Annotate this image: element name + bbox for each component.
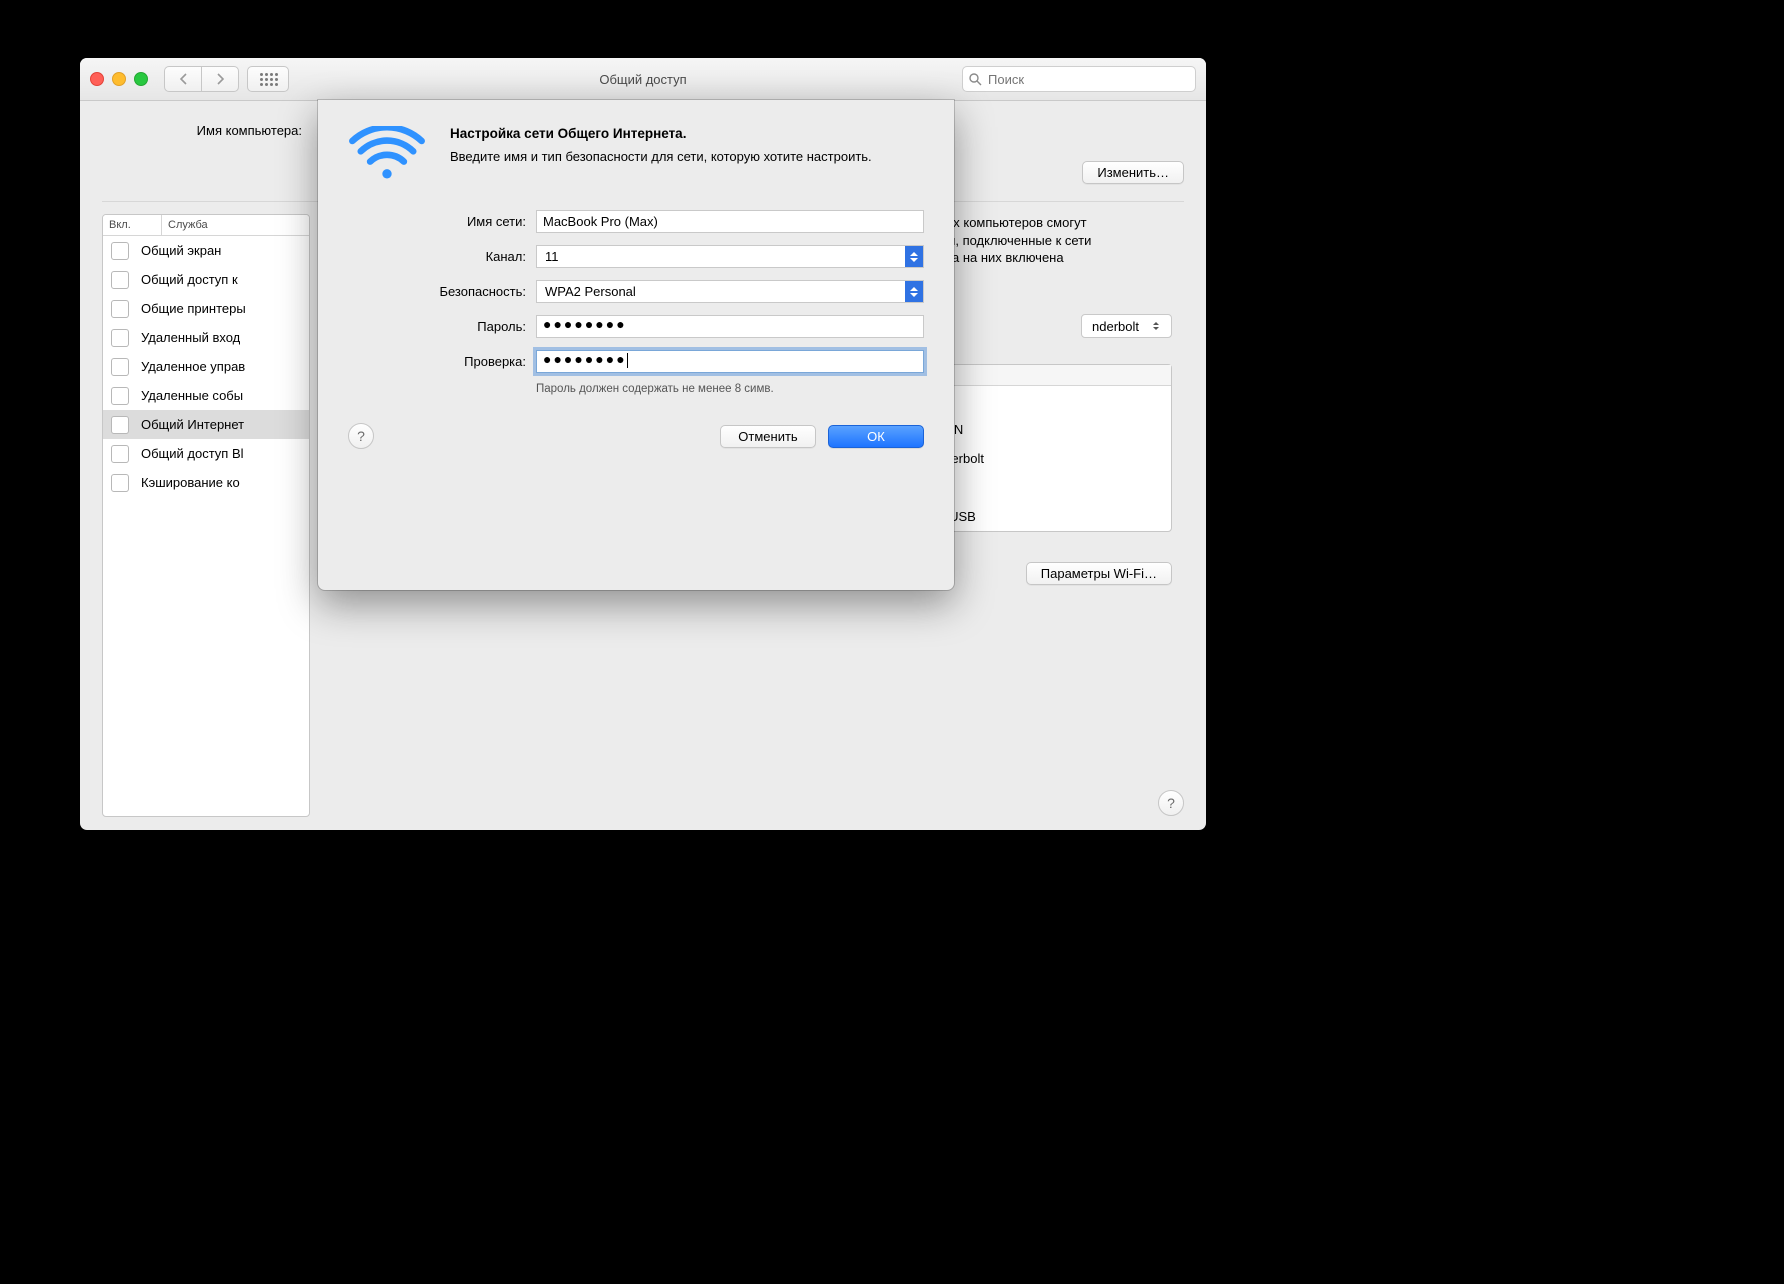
- service-row[interactable]: Кэширование ко: [103, 468, 309, 497]
- computer-name-label: Имя компьютера:: [102, 121, 308, 138]
- edit-button[interactable]: Изменить…: [1082, 161, 1184, 184]
- service-label: Общие принтеры: [141, 301, 246, 316]
- service-row[interactable]: Удаленное управ: [103, 352, 309, 381]
- service-checkbox[interactable]: [111, 358, 129, 376]
- cancel-button[interactable]: Отменить: [720, 425, 816, 448]
- service-checkbox[interactable]: [111, 474, 129, 492]
- text-caret: [627, 353, 628, 368]
- col-service-header[interactable]: Служба: [162, 215, 309, 235]
- service-label: Кэширование ко: [141, 475, 240, 490]
- service-checkbox[interactable]: [111, 445, 129, 463]
- service-label: Общий экран: [141, 243, 221, 258]
- verify-input[interactable]: ●●●●●●●●: [536, 350, 924, 373]
- chevron-updown-icon: [1147, 316, 1165, 336]
- col-enabled-header[interactable]: Вкл.: [103, 215, 162, 235]
- verify-label: Проверка:: [348, 354, 536, 369]
- sheet-subtitle: Введите имя и тип безопасности для сети,…: [450, 148, 872, 166]
- service-label: Удаленные собы: [141, 388, 243, 403]
- service-checkbox[interactable]: [111, 329, 129, 347]
- service-label: Удаленное управ: [141, 359, 245, 374]
- channel-value: 11: [545, 249, 559, 264]
- info-text: их компьютеров смогут ы, подключенные к …: [946, 214, 1184, 267]
- share-from-value: nderbolt: [1092, 319, 1139, 334]
- security-label: Безопасность:: [348, 284, 536, 299]
- ok-button[interactable]: ОК: [828, 425, 924, 448]
- window-title: Общий доступ: [80, 72, 1206, 87]
- service-label: Общий Интернет: [141, 417, 244, 432]
- service-label: Общий доступ Bl: [141, 446, 244, 461]
- channel-label: Канал:: [348, 249, 536, 264]
- sheet-help-button[interactable]: ?: [348, 423, 374, 449]
- service-row[interactable]: Общий доступ Bl: [103, 439, 309, 468]
- service-row[interactable]: Удаленные собы: [103, 381, 309, 410]
- password-input[interactable]: ●●●●●●●●: [536, 315, 924, 338]
- service-row[interactable]: Общие принтеры: [103, 294, 309, 323]
- password-hint: Пароль должен содержать не менее 8 симв.: [536, 383, 924, 395]
- service-checkbox[interactable]: [111, 242, 129, 260]
- network-name-input[interactable]: [536, 210, 924, 233]
- password-label: Пароль:: [348, 319, 536, 334]
- service-checkbox[interactable]: [111, 416, 129, 434]
- service-label: Общий доступ к: [141, 272, 238, 287]
- service-row[interactable]: Общий Интернет: [103, 410, 309, 439]
- channel-popup[interactable]: 11: [536, 245, 924, 268]
- network-name-label: Имя сети:: [348, 214, 536, 229]
- service-checkbox[interactable]: [111, 271, 129, 289]
- chevron-updown-icon: [905, 281, 923, 302]
- service-checkbox[interactable]: [111, 300, 129, 318]
- security-popup[interactable]: WPA2 Personal: [536, 280, 924, 303]
- wifi-options-button[interactable]: Параметры Wi-Fi…: [1026, 562, 1172, 585]
- wifi-icon: [348, 126, 426, 186]
- service-label: Удаленный вход: [141, 330, 240, 345]
- service-row[interactable]: Общий доступ к: [103, 265, 309, 294]
- titlebar: Общий доступ: [80, 58, 1206, 101]
- service-row[interactable]: Удаленный вход: [103, 323, 309, 352]
- sheet-title: Настройка сети Общего Интернета.: [450, 126, 872, 141]
- service-checkbox[interactable]: [111, 387, 129, 405]
- wifi-options-sheet: Настройка сети Общего Интернета. Введите…: [318, 100, 954, 590]
- services-table: Вкл. Служба Общий экран Общий доступ к Общ…: [102, 214, 310, 817]
- service-row[interactable]: Общий экран: [103, 236, 309, 265]
- help-button[interactable]: ?: [1158, 790, 1184, 816]
- chevron-updown-icon: [905, 246, 923, 267]
- share-from-popup[interactable]: nderbolt: [1081, 314, 1172, 338]
- security-value: WPA2 Personal: [545, 284, 636, 299]
